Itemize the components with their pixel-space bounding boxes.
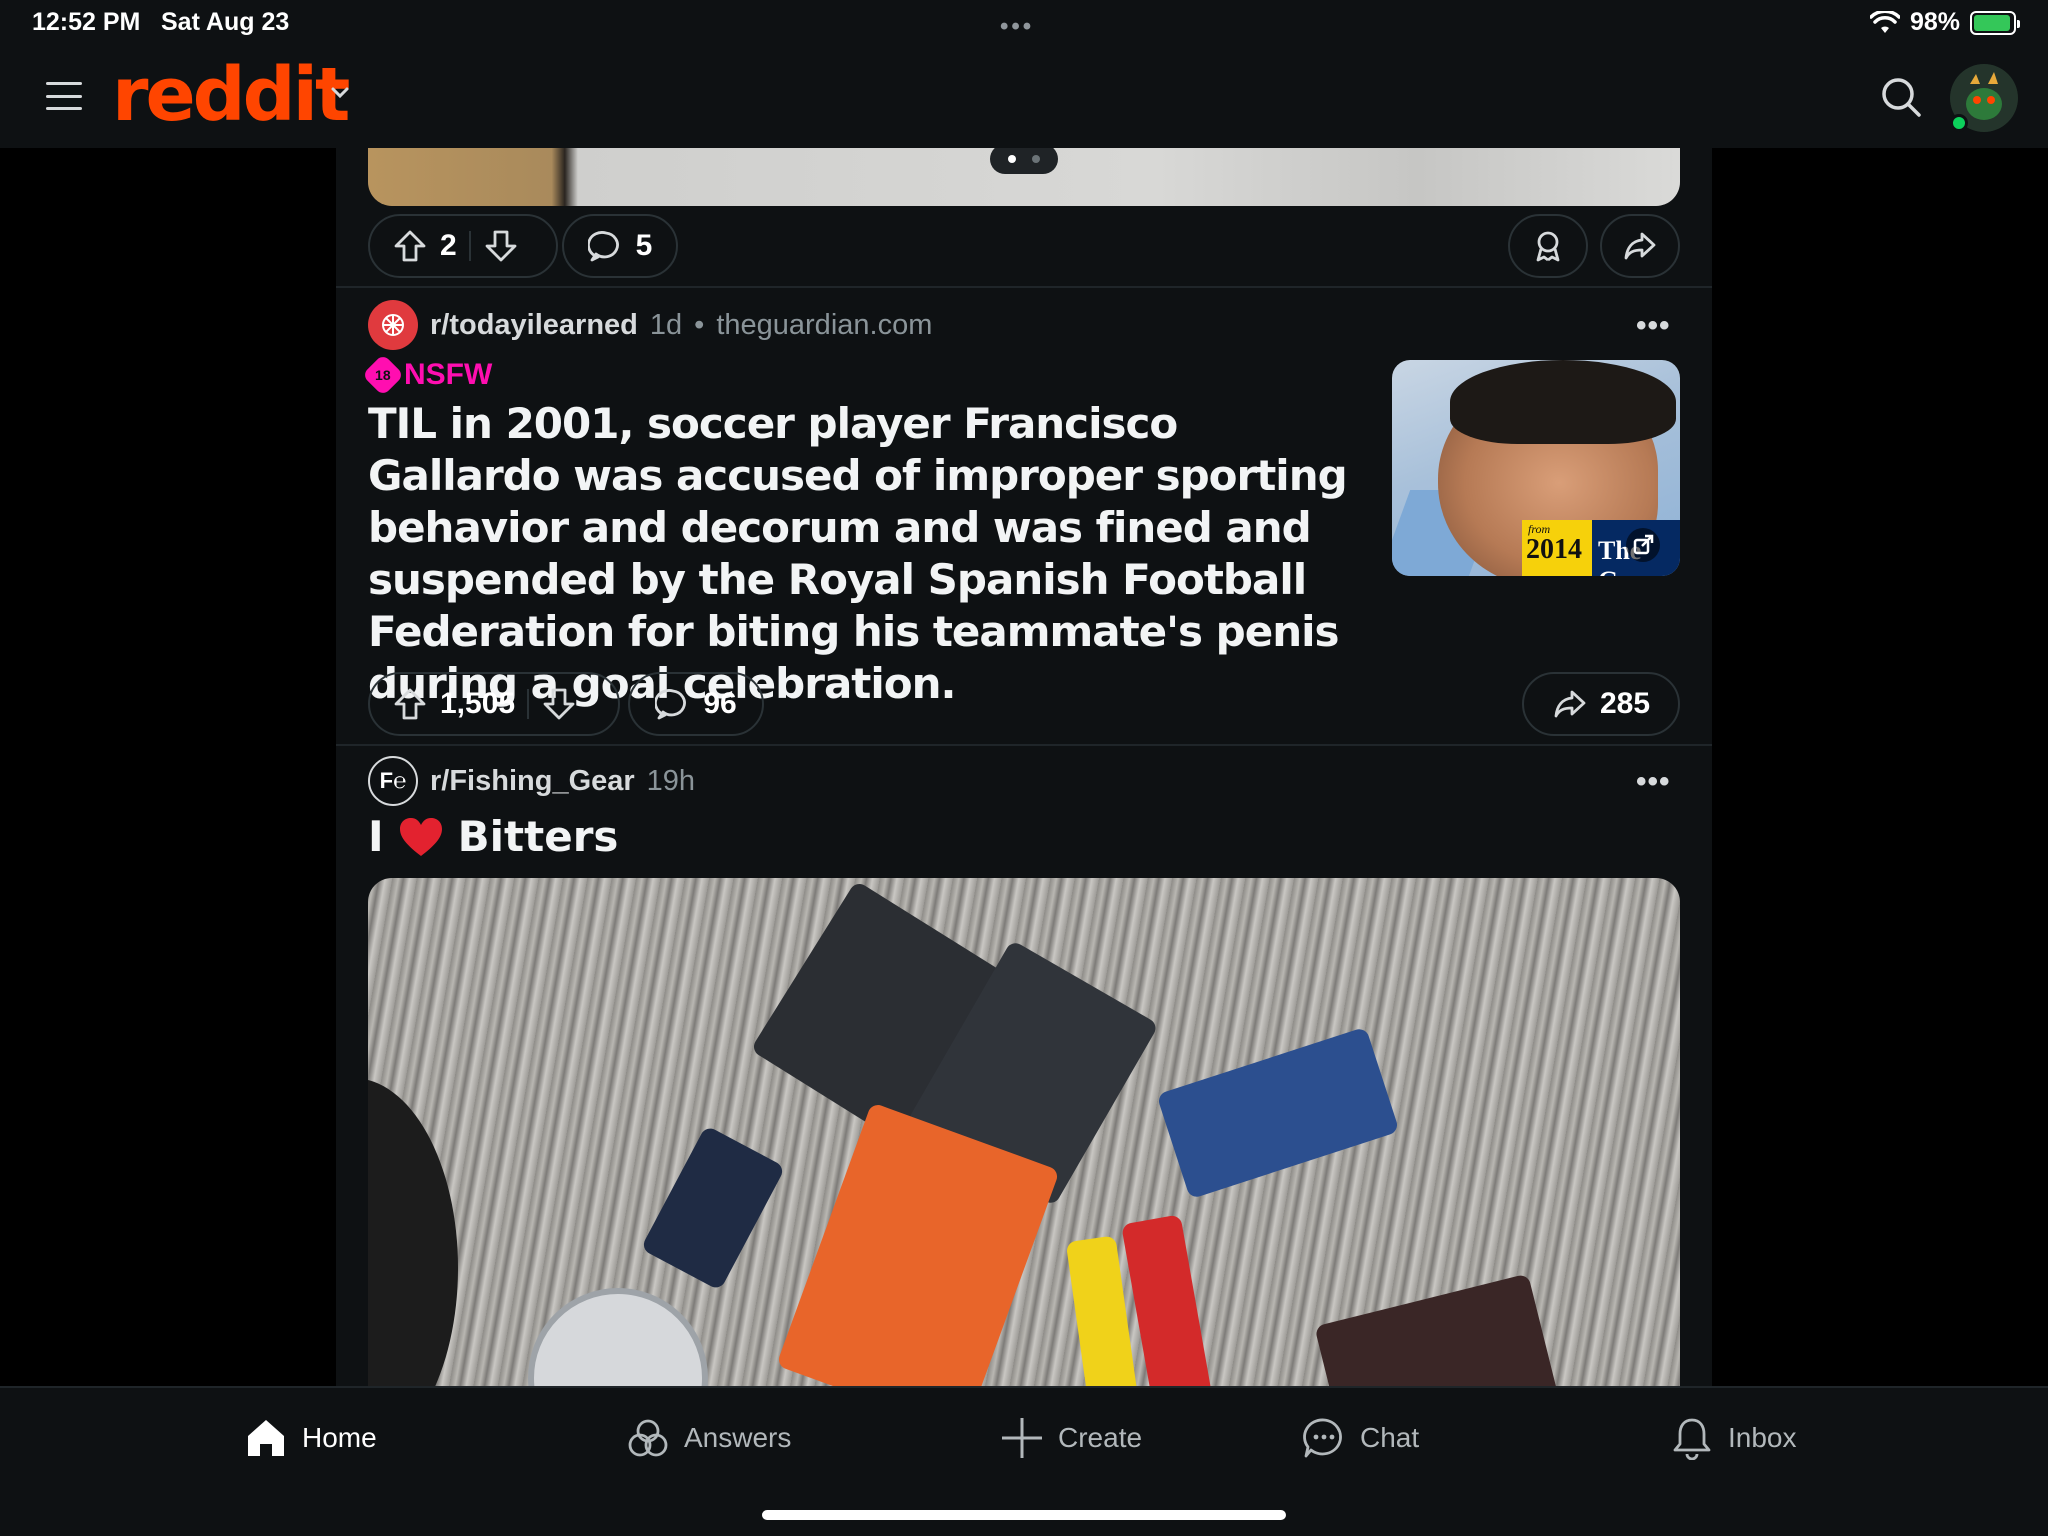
post-title[interactable]: TIL in 2001, soccer player Francisco Gal… — [368, 398, 1368, 710]
answers-icon — [628, 1419, 668, 1457]
bell-icon — [1673, 1418, 1711, 1460]
share-count: 285 — [1599, 687, 1651, 720]
status-indicators: 98% — [1869, 8, 2020, 37]
reddit-logo[interactable]: reddit — [112, 52, 350, 138]
thumb-year-badge: from 2014 — [1522, 520, 1592, 576]
carousel-indicator — [990, 148, 1058, 174]
status-time: 12:52 PM — [32, 8, 141, 36]
tab-label: Create — [1058, 1422, 1143, 1453]
battery-percent: 98% — [1909, 8, 1960, 36]
tab-create[interactable]: Create — [1000, 1416, 1142, 1460]
plus-icon — [1002, 1418, 1042, 1458]
more-options-icon[interactable]: ••• — [1636, 767, 1676, 797]
award-icon — [1536, 231, 1560, 262]
upvote-icon[interactable] — [392, 686, 428, 722]
tab-home[interactable]: Home — [244, 1416, 377, 1460]
post-title[interactable]: I Bitters — [368, 812, 618, 861]
red-heart-icon — [399, 817, 442, 856]
tab-answers[interactable]: Answers — [626, 1416, 791, 1460]
subreddit-name[interactable]: r/todayilearned — [430, 309, 638, 342]
divider — [336, 744, 1712, 746]
subreddit-name[interactable]: r/Fishing_Gear — [430, 765, 635, 798]
chat-icon — [1303, 1418, 1342, 1458]
tab-inbox[interactable]: Inbox — [1670, 1416, 1797, 1460]
post-header: F℮ r/Fishing_Gear 19h — [368, 756, 695, 806]
upvote-count: 2 — [440, 229, 457, 262]
nsfw-tag: 18 NSFW — [361, 353, 493, 397]
vote-bar: 1,505 — [368, 672, 620, 736]
status-date: Sat Aug 23 — [161, 8, 290, 36]
nsfw-label: NSFW — [404, 358, 493, 391]
post-thumbnail[interactable]: from2014 The Gu — [1392, 360, 1680, 576]
online-status-dot — [1950, 114, 1968, 132]
home-icon — [248, 1420, 284, 1456]
share-icon — [1624, 232, 1656, 260]
post-image[interactable] — [368, 878, 1680, 1386]
comments-button[interactable]: 96 — [628, 672, 764, 736]
nsfw-18-icon: 18 — [361, 353, 405, 397]
vote-bar: 2 — [368, 214, 558, 278]
search-icon[interactable] — [1880, 76, 1922, 118]
tab-label: Home — [302, 1422, 377, 1453]
divider — [336, 286, 1712, 288]
menu-button[interactable] — [46, 82, 82, 110]
subreddit-icon[interactable] — [368, 300, 418, 350]
share-button[interactable]: 285 — [1522, 672, 1680, 736]
feed[interactable]: 2 5 r/todayilearned 1d • theguardian.com… — [336, 148, 1712, 1386]
upvote-count: 1,505 — [440, 687, 516, 720]
top-bar: 12:52 PM Sat Aug 23 ••• 98% reddit — [0, 0, 2048, 148]
post-age: 1d — [649, 308, 683, 341]
post-header: r/todayilearned 1d • theguardian.com — [368, 300, 932, 350]
battery-icon — [1970, 10, 2020, 35]
title-prefix: I — [368, 812, 384, 861]
chevron-down-icon[interactable] — [328, 80, 352, 104]
share-icon — [1554, 690, 1586, 718]
wifi-icon — [1869, 10, 1900, 33]
award-button[interactable] — [1508, 214, 1588, 278]
comment-count: 96 — [703, 687, 737, 720]
upvote-icon[interactable] — [392, 228, 428, 264]
downvote-icon[interactable] — [483, 228, 519, 264]
subreddit-icon[interactable]: F℮ — [368, 756, 418, 806]
tab-label: Answers — [684, 1422, 792, 1453]
share-button[interactable] — [1600, 214, 1680, 278]
comment-icon — [587, 231, 619, 262]
comments-button[interactable]: 5 — [562, 214, 678, 278]
tab-chat[interactable]: Chat — [1302, 1416, 1419, 1460]
more-options-icon[interactable]: ••• — [1636, 311, 1676, 341]
post-age: 19h — [646, 764, 696, 797]
tab-label: Inbox — [1728, 1422, 1797, 1453]
post-domain[interactable]: theguardian.com — [716, 309, 932, 342]
home-indicator[interactable] — [762, 1510, 1286, 1520]
title-suffix: Bitters — [457, 812, 619, 861]
comment-icon — [655, 689, 687, 720]
external-link-icon[interactable] — [1626, 528, 1660, 562]
meta-dot: • — [694, 308, 705, 341]
tab-label: Chat — [1360, 1422, 1420, 1453]
downvote-icon[interactable] — [541, 686, 577, 722]
comment-count: 5 — [635, 229, 653, 262]
multitask-dots[interactable]: ••• — [1000, 13, 1034, 41]
